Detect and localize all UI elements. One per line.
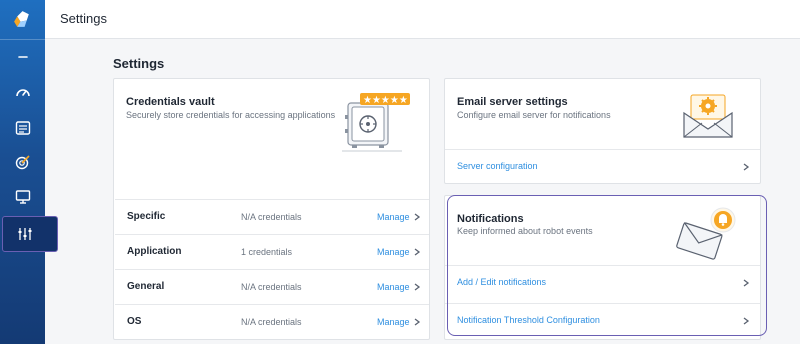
monitor-icon bbox=[15, 190, 30, 204]
manage-application-link[interactable]: Manage bbox=[377, 247, 410, 257]
chevron-right-icon[interactable] bbox=[741, 278, 751, 288]
page-title: Settings bbox=[113, 56, 165, 71]
vault-safe-icon: ★★★★★ bbox=[342, 93, 410, 152]
chevron-right-icon[interactable] bbox=[741, 162, 751, 172]
credentials-row-application: Application 1 credentials Manage bbox=[115, 234, 429, 269]
notifications-card: Notifications Keep informed about robot … bbox=[444, 195, 761, 340]
chevron-right-icon[interactable] bbox=[412, 317, 422, 327]
notification-threshold-row[interactable]: Notification Threshold Configuration bbox=[445, 303, 760, 337]
notification-envelope-icon bbox=[676, 207, 736, 260]
server-configuration-row[interactable]: Server configuration bbox=[445, 149, 760, 183]
credentials-vault-card: Credentials vault Securely store credent… bbox=[113, 78, 430, 340]
sidebar-item-list[interactable] bbox=[0, 111, 45, 145]
svg-text:★★★★★: ★★★★★ bbox=[363, 95, 408, 106]
chevron-right-icon[interactable] bbox=[412, 282, 422, 292]
notification-threshold-link[interactable]: Notification Threshold Configuration bbox=[457, 315, 600, 325]
manage-os-link[interactable]: Manage bbox=[377, 317, 410, 327]
sidebar-item-dashboard[interactable] bbox=[0, 76, 45, 110]
app-logo-icon[interactable] bbox=[12, 9, 33, 30]
credentials-row-count: N/A credentials bbox=[241, 317, 302, 327]
add-edit-notifications-row[interactable]: Add / Edit notifications bbox=[445, 265, 760, 299]
sidebar-item-settings[interactable] bbox=[2, 216, 58, 252]
notifications-description: Keep informed about robot events bbox=[457, 226, 593, 236]
credentials-row-label: Specific bbox=[127, 211, 166, 222]
notifications-title: Notifications bbox=[457, 213, 524, 225]
credentials-row-count: 1 credentials bbox=[241, 247, 293, 257]
sidebar bbox=[0, 0, 58, 344]
credentials-row-label: Application bbox=[127, 246, 182, 257]
credentials-row-label: General bbox=[127, 281, 165, 292]
credentials-vault-description: Securely store credentials for accessing… bbox=[126, 110, 336, 120]
sliders-icon bbox=[18, 228, 32, 240]
minus-icon bbox=[17, 56, 28, 58]
sidebar-item-collapse[interactable] bbox=[0, 40, 45, 74]
email-server-description: Configure email server for notifications bbox=[457, 110, 611, 120]
manage-general-link[interactable]: Manage bbox=[377, 282, 410, 292]
chevron-right-icon[interactable] bbox=[412, 212, 422, 222]
credentials-row-count: N/A credentials bbox=[241, 212, 302, 222]
credentials-row-specific: Specific N/A credentials Manage bbox=[115, 199, 429, 234]
chevron-right-icon[interactable] bbox=[741, 316, 751, 326]
gauge-icon bbox=[15, 89, 30, 97]
list-icon bbox=[15, 121, 30, 135]
server-configuration-link[interactable]: Server configuration bbox=[457, 161, 538, 171]
credentials-row-label: OS bbox=[127, 316, 142, 327]
credentials-row-count: N/A credentials bbox=[241, 282, 302, 292]
sidebar-item-targets[interactable] bbox=[0, 145, 45, 179]
email-settings-icon bbox=[683, 94, 733, 138]
sidebar-item-monitor[interactable] bbox=[0, 180, 45, 214]
chevron-right-icon[interactable] bbox=[412, 247, 422, 257]
credentials-row-os: OS N/A credentials Manage bbox=[115, 304, 429, 339]
top-bar: Settings bbox=[45, 0, 800, 39]
window-title: Settings bbox=[60, 11, 107, 26]
target-icon bbox=[15, 155, 30, 170]
email-server-title: Email server settings bbox=[457, 96, 568, 108]
add-edit-notifications-link[interactable]: Add / Edit notifications bbox=[457, 277, 546, 287]
credentials-row-general: General N/A credentials Manage bbox=[115, 269, 429, 304]
email-server-card: Email server settings Configure email se… bbox=[444, 78, 761, 184]
credentials-vault-title: Credentials vault bbox=[126, 96, 215, 108]
manage-specific-link[interactable]: Manage bbox=[377, 212, 410, 222]
